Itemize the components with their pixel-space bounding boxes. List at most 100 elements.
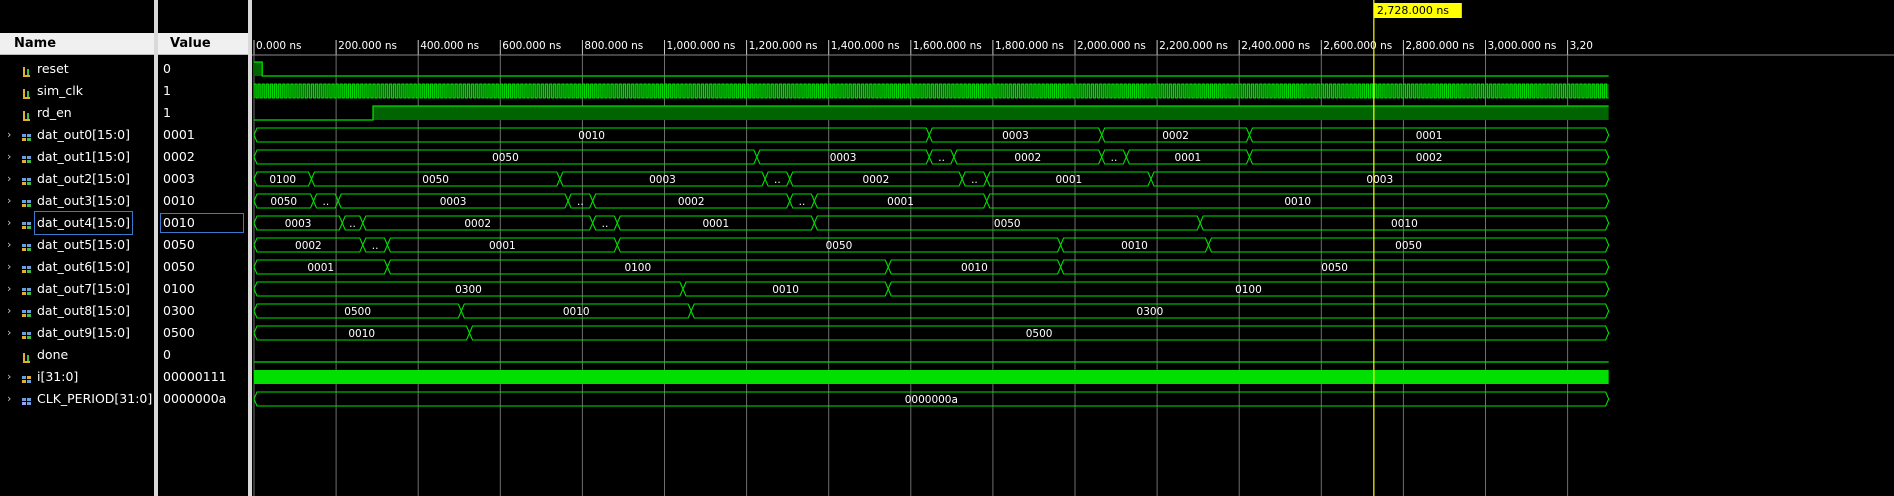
expand-chevron-icon[interactable]: ›	[7, 300, 11, 322]
int-icon	[21, 371, 33, 383]
waveform-row[interactable]	[254, 105, 1609, 121]
signal-value-cell[interactable]: 0	[158, 58, 248, 80]
signal-name[interactable]: dat_out4[15:0]	[34, 211, 133, 235]
ruler-tick-label: 2,400.000 ns	[1241, 40, 1310, 52]
signal-name[interactable]: dat_out6[15:0]	[37, 256, 130, 278]
signal-row[interactable]: done	[0, 344, 154, 366]
signal-name[interactable]: dat_out5[15:0]	[37, 234, 130, 256]
bus-icon	[21, 305, 33, 317]
signal-row[interactable]: › dat_out9[15:0]	[0, 322, 154, 344]
signal-row[interactable]: › dat_out4[15:0]	[0, 211, 154, 235]
signal-row[interactable]: › CLK_PERIOD[31:0]	[0, 388, 154, 410]
signal-value-cell[interactable]: 0010	[158, 212, 248, 234]
signal-row[interactable]: › dat_out6[15:0]	[0, 256, 154, 278]
signal-name[interactable]: dat_out1[15:0]	[37, 146, 130, 168]
signal-name[interactable]: dat_out2[15:0]	[37, 168, 130, 190]
signal-value-cell[interactable]: 0001	[158, 124, 248, 146]
signal-name[interactable]: i[31:0]	[37, 366, 78, 388]
signal-row[interactable]: › dat_out8[15:0]	[0, 300, 154, 322]
bus-value-label: 0050	[1395, 240, 1422, 252]
signal-name[interactable]: dat_out7[15:0]	[37, 278, 130, 300]
signal-row[interactable]: › dat_out5[15:0]	[0, 234, 154, 256]
ruler-tick-label: 1,600.000 ns	[913, 40, 982, 52]
expand-chevron-icon[interactable]: ›	[7, 366, 11, 388]
signal-value-cell[interactable]: 0300	[158, 300, 248, 322]
waveform-row[interactable]: 0300 0010 0100	[253, 281, 1610, 297]
bus-value-label: 0001	[887, 196, 914, 208]
signal-row[interactable]: › dat_out2[15:0]	[0, 168, 154, 190]
signal-value-cell[interactable]: 0003	[158, 168, 248, 190]
signal-value-cell[interactable]: 0	[158, 344, 248, 366]
waveform-row[interactable]	[254, 370, 1609, 384]
bus-value-label: 0001	[1055, 174, 1082, 186]
signal-row[interactable]: › dat_out1[15:0]	[0, 146, 154, 168]
bus-value-label: 0003	[285, 218, 312, 230]
waveform-row[interactable]	[254, 61, 1609, 77]
waveform-row[interactable]: 0003.. 0002.. 0001 0050 0010	[253, 215, 1610, 231]
bus-value-label: 0002	[295, 240, 322, 252]
waveform-canvas[interactable]: 0.000 ns 200.000 ns 400.000 ns 600.000 ns 80…	[252, 0, 1894, 496]
expand-chevron-icon[interactable]: ›	[7, 234, 11, 256]
expand-chevron-icon[interactable]: ›	[7, 168, 11, 190]
bus-value-label: 0002	[678, 196, 705, 208]
waveform-row[interactable]: 0500 0010 0300	[253, 303, 1610, 319]
signal-name[interactable]: dat_out9[15:0]	[37, 322, 130, 344]
bus-value-label: 0050	[422, 174, 449, 186]
signal-value-cell[interactable]: 0010	[158, 190, 248, 212]
signal-name[interactable]: dat_out3[15:0]	[37, 190, 130, 212]
ruler-tick-label: 1,000.000 ns	[667, 40, 736, 52]
bus-value-label: 0003	[649, 174, 676, 186]
expand-chevron-icon[interactable]: ›	[7, 212, 11, 234]
expand-chevron-icon[interactable]: ›	[7, 278, 11, 300]
signal-name[interactable]: dat_out8[15:0]	[37, 300, 130, 322]
bus-value-label: 0100	[624, 262, 651, 274]
signal-name[interactable]: done	[37, 344, 68, 366]
signal-row[interactable]: reset	[0, 58, 154, 80]
signal-row[interactable]: › dat_out0[15:0]	[0, 124, 154, 146]
waveform-row[interactable]: 0050.. 0003.. 0002.. 0001 0010	[253, 193, 1610, 209]
ruler-tick-label: 600.000 ns	[502, 40, 561, 52]
signal-value-cell[interactable]: 00000111	[158, 366, 248, 388]
signal-name[interactable]: rd_en	[37, 102, 72, 124]
bus-value-label: 0010	[348, 328, 375, 340]
waveform-row[interactable]: 0000000a	[253, 391, 1610, 407]
waveform-row[interactable]: 0100 0050 0003.. 0002.. 0001 0003	[253, 171, 1610, 187]
expand-chevron-icon[interactable]: ›	[7, 190, 11, 212]
name-column-header[interactable]: Name	[0, 33, 154, 55]
signal-row[interactable]: sim_clk	[0, 80, 154, 102]
waveform-row[interactable]: 0010 0003 0002 0001	[253, 127, 1610, 143]
signal-value-cell[interactable]: 1	[158, 102, 248, 124]
waveform-row[interactable]: 0050 0003.. 0002.. 0001 0002	[253, 149, 1610, 165]
time-ruler[interactable]: 0.000 ns 200.000 ns 400.000 ns 600.000 ns 80…	[252, 33, 1894, 56]
signal-value-cell[interactable]: 0100	[158, 278, 248, 300]
expand-chevron-icon[interactable]: ›	[7, 388, 11, 410]
signal-name[interactable]: sim_clk	[37, 80, 83, 102]
signal-row[interactable]: › i[31:0]	[0, 366, 154, 388]
signal-name[interactable]: CLK_PERIOD[31:0]	[37, 388, 152, 410]
waveform-row[interactable]: 0002.. 0001 0050 0010 0050	[253, 237, 1610, 253]
signal-row[interactable]: › dat_out3[15:0]	[0, 190, 154, 212]
signal-value-cell[interactable]: 0050	[158, 234, 248, 256]
value-column-header[interactable]: Value	[158, 33, 248, 55]
signal-name[interactable]: reset	[37, 58, 69, 80]
expand-chevron-icon[interactable]: ›	[7, 256, 11, 278]
signal-value-cell[interactable]: 1	[158, 80, 248, 102]
signal-value-cell[interactable]: 0050	[158, 256, 248, 278]
bus-value-label: 0010	[1391, 218, 1418, 230]
signal-name[interactable]: dat_out0[15:0]	[37, 124, 130, 146]
signal-value-cell[interactable]: 0000000a	[158, 388, 248, 410]
waveform-row[interactable]: 0010 0500	[253, 325, 1610, 341]
expand-chevron-icon[interactable]: ›	[7, 322, 11, 344]
waveform-row[interactable]	[253, 83, 1609, 99]
bus-icon	[21, 261, 33, 273]
waveform-row[interactable]: 0001 0100 0010 0050	[253, 259, 1610, 275]
signal-row[interactable]: rd_en	[0, 102, 154, 124]
expand-chevron-icon[interactable]: ›	[7, 146, 11, 168]
expand-chevron-icon[interactable]: ›	[7, 124, 11, 146]
signal-value-cell[interactable]: 0500	[158, 322, 248, 344]
ruler-tick-label: 2,000.000 ns	[1077, 40, 1146, 52]
signal-value-cell[interactable]: 0002	[158, 146, 248, 168]
bus-value-label: 0003	[830, 152, 857, 164]
bus-value-label: 0500	[344, 306, 371, 318]
signal-row[interactable]: › dat_out7[15:0]	[0, 278, 154, 300]
